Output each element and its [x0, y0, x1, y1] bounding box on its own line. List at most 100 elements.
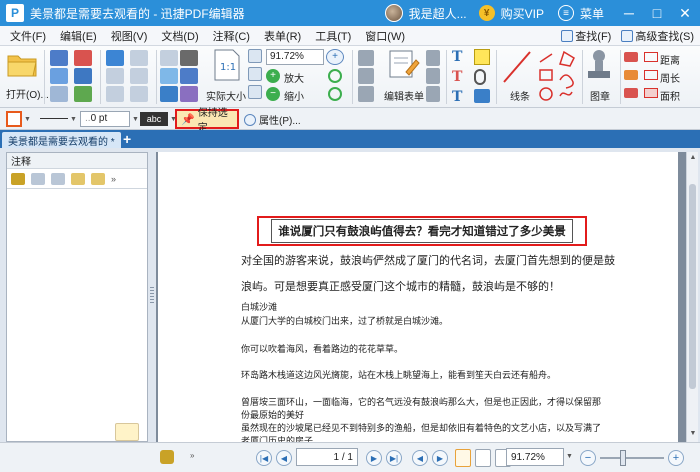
status-expand-icon[interactable]: » [190, 451, 194, 460]
panel-settings-icon[interactable] [11, 172, 25, 185]
buy-vip-button[interactable]: 购买VIP [501, 5, 544, 22]
selected-text-box[interactable]: 谁说厦门只有鼓浪屿值得去？看完才知道错过了多少美景 [257, 216, 587, 246]
properties-button[interactable]: 属性(P)... [244, 112, 301, 127]
status-settings-icon[interactable] [160, 450, 174, 464]
vertical-scrollbar[interactable]: ▲ ▼ [686, 152, 698, 442]
status-zoom-field[interactable]: 91.72% [506, 448, 564, 466]
menu-icon[interactable]: ≡ [557, 5, 574, 21]
zoom-select[interactable]: 91.72% [266, 49, 324, 65]
select-text-icon[interactable] [180, 68, 198, 84]
menu-edit[interactable]: 编辑(E) [60, 28, 97, 44]
advanced-find-button[interactable]: 高级查找(S) [621, 28, 694, 44]
edit-link-icon[interactable] [426, 86, 440, 102]
continuous-view-icon[interactable] [475, 449, 491, 467]
close-button[interactable]: ✕ [674, 2, 696, 24]
form-field-icon[interactable] [358, 50, 374, 66]
line-width-dropdown[interactable]: ▼ [132, 116, 139, 123]
edit-form-button[interactable]: 编辑表单 [382, 48, 426, 104]
menu-tools[interactable]: 工具(T) [315, 28, 351, 44]
document-title[interactable]: 谁说厦门只有鼓浪屿值得去？看完才知道错过了多少美景 [271, 219, 573, 243]
line-button[interactable]: 线条 [500, 48, 536, 104]
zoom-plus-icon[interactable]: + [266, 69, 280, 83]
actual-size-button[interactable]: 1:1 实际大小 [206, 48, 246, 104]
line-style-icon[interactable] [40, 118, 68, 119]
panel-collapse-icon[interactable] [51, 172, 65, 185]
history-back-button[interactable]: ◀ [412, 450, 428, 466]
first-page-button[interactable]: |◀ [256, 450, 272, 466]
page-number-field[interactable]: 1 / 1 [296, 448, 358, 466]
menu-file[interactable]: 文件(F) [10, 28, 46, 44]
cut-icon[interactable] [106, 68, 124, 84]
menu-form[interactable]: 表单(R) [264, 28, 301, 44]
line-style-dropdown[interactable]: ▼ [70, 116, 77, 123]
zoom-slider-thumb[interactable] [620, 450, 626, 466]
hand-icon[interactable] [160, 68, 178, 84]
text-style-swatch[interactable]: abc [140, 112, 168, 126]
area-label[interactable]: 面积 [660, 88, 680, 103]
zoom-minus-icon[interactable]: − [266, 87, 280, 101]
panel-splitter[interactable] [149, 152, 155, 442]
border-color-swatch[interactable] [6, 111, 22, 127]
pencil-icon[interactable] [624, 88, 638, 98]
find-button[interactable]: 查找(F) [561, 28, 611, 44]
vip-icon[interactable]: ¥ [478, 5, 495, 21]
back-icon[interactable] [160, 50, 178, 66]
select-icon[interactable] [160, 86, 178, 102]
perimeter-icon[interactable] [644, 70, 658, 80]
delete-icon[interactable] [130, 86, 148, 102]
panel-more-icon[interactable]: » [111, 174, 116, 184]
fit-visible-icon[interactable] [248, 85, 262, 99]
shape-tools-icon[interactable] [538, 50, 582, 104]
border-color-dropdown[interactable]: ▼ [24, 116, 31, 123]
rotate-ccw-icon[interactable] [328, 87, 342, 101]
stamp-button[interactable]: 图章 [586, 48, 616, 104]
callout-icon[interactable]: T [452, 89, 468, 105]
menu-window[interactable]: 窗口(W) [365, 28, 405, 44]
last-page-button[interactable]: ▶| [386, 450, 402, 466]
perimeter-label[interactable]: 周长 [660, 70, 680, 85]
highlight-icon[interactable] [624, 70, 638, 80]
zoom-slider[interactable] [600, 457, 664, 459]
textbox-icon[interactable]: T [452, 69, 468, 85]
eraser-icon[interactable] [624, 52, 638, 62]
panel-note-icon[interactable] [91, 172, 105, 185]
user-name[interactable]: 我是超人... [409, 5, 467, 22]
distance-icon[interactable] [644, 52, 658, 62]
export-icon[interactable] [74, 86, 92, 102]
prev-page-button[interactable]: ◀ [276, 450, 292, 466]
rotate-cw-icon[interactable] [328, 69, 342, 83]
snapshot-icon[interactable] [180, 86, 198, 102]
keep-selected-button[interactable]: 📌 保持选定 [175, 108, 239, 134]
area-icon[interactable] [644, 88, 658, 98]
email-icon[interactable] [50, 86, 68, 102]
minimize-button[interactable]: ─ [618, 2, 640, 24]
new-tab-button[interactable]: + [123, 131, 131, 147]
panel-folder-icon[interactable] [71, 172, 85, 185]
redo-icon[interactable] [130, 50, 148, 66]
next-page-button[interactable]: ▶ [366, 450, 382, 466]
distance-label[interactable]: 距离 [660, 52, 680, 67]
menu-comment[interactable]: 注释(C) [213, 28, 250, 44]
paste-icon[interactable] [130, 68, 148, 84]
scroll-thumb[interactable] [689, 184, 696, 389]
fit-width-icon[interactable] [248, 67, 262, 81]
zoom-in-icon[interactable]: + [326, 49, 344, 65]
status-zoom-dropdown[interactable]: ▼ [566, 453, 573, 460]
pdf-icon[interactable] [74, 50, 92, 66]
menu-view[interactable]: 视图(V) [111, 28, 148, 44]
avatar[interactable] [384, 4, 403, 22]
panel-expand-icon[interactable] [31, 172, 45, 185]
print-icon[interactable] [50, 68, 68, 84]
menu-document[interactable]: 文档(D) [161, 28, 198, 44]
edit-image-icon[interactable] [426, 68, 440, 84]
typewriter-icon[interactable]: T [452, 49, 468, 65]
undo-icon[interactable] [106, 50, 124, 66]
history-forward-button[interactable]: ▶ [432, 450, 448, 466]
document-view[interactable]: 谁说厦门只有鼓浪屿值得去？看完才知道错过了多少美景 对全国的游客来说，鼓浪屿俨然… [156, 152, 686, 442]
pdf-page[interactable]: 谁说厦门只有鼓浪屿值得去？看完才知道错过了多少美景 对全国的游客来说，鼓浪屿俨然… [158, 152, 678, 442]
status-zoom-in-button[interactable]: + [668, 450, 684, 466]
scan-icon[interactable] [74, 68, 92, 84]
attachment-icon[interactable] [474, 69, 486, 85]
open-button[interactable]: 打开(O)... [6, 50, 49, 104]
document-tab[interactable]: 美景都是需要去观看的 * [2, 132, 121, 148]
